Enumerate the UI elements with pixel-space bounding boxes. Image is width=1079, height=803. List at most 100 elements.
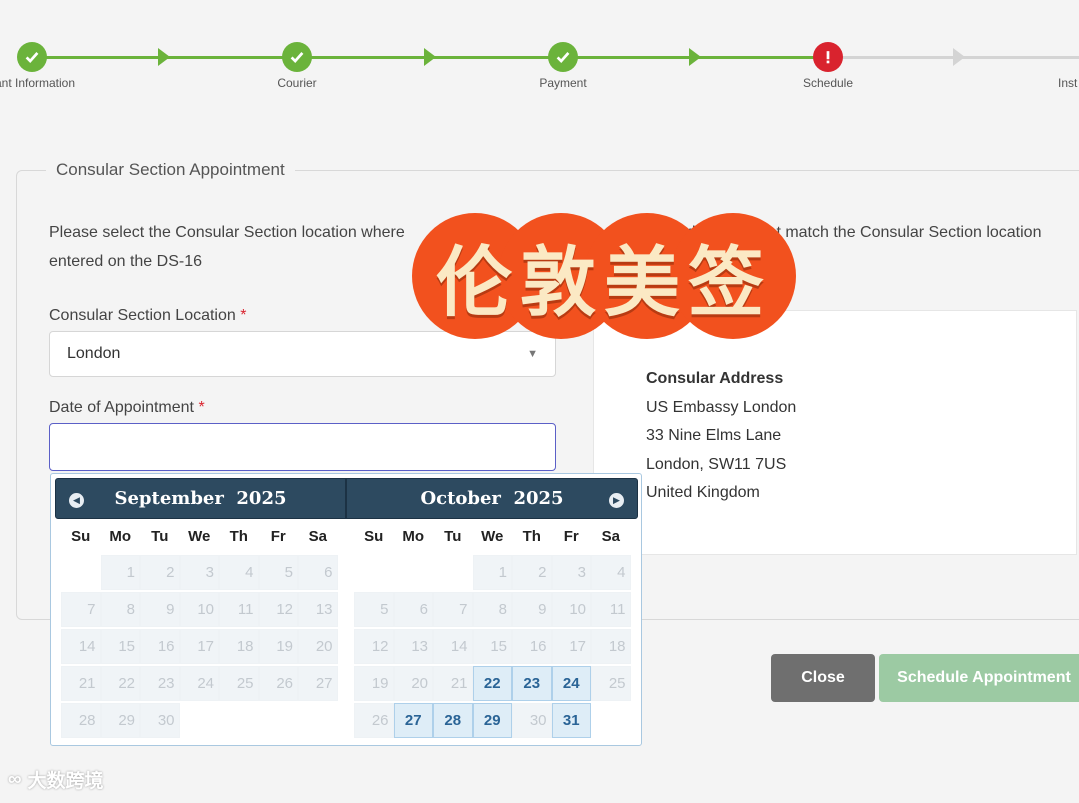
prev-month-icon[interactable]: ◀ <box>69 493 84 508</box>
step-label: Courier <box>277 76 317 90</box>
calendar-week: 123456 <box>61 555 338 592</box>
next-month-icon[interactable]: ▶ <box>609 493 624 508</box>
calendar-day-disabled: 29 <box>100 703 140 738</box>
datepicker: ◀ September 2025 October 2025 ▶ Su Mo Tu We… <box>50 473 642 746</box>
day-of-week-label: Th <box>522 528 541 545</box>
day-of-week-label: Su <box>364 528 384 545</box>
day-of-week-label: We <box>188 528 211 545</box>
calendar-day-disabled: 1 <box>472 555 512 590</box>
step-label: cant Information <box>0 76 76 90</box>
calendar-day-disabled: 11 <box>591 592 631 627</box>
address-line: US Embassy London <box>646 398 797 416</box>
step-label: Payment <box>539 76 587 90</box>
month-title: October 2025 <box>420 488 564 509</box>
calendar-day-disabled: 5 <box>354 592 394 627</box>
calendar-week: 5 6 7 8 9 10 11 <box>354 592 631 629</box>
calendar-day-available[interactable]: 24 <box>551 666 591 701</box>
calendar-day-disabled: 15 <box>100 629 140 664</box>
calendar-day-available[interactable]: 22 <box>472 666 512 701</box>
calendar-day-disabled: 28 <box>61 703 101 738</box>
calendar-blank <box>394 555 434 590</box>
calendar-day-available[interactable]: 28 <box>433 703 473 738</box>
progress-arrow <box>158 48 170 66</box>
calendar-day-disabled: 9 <box>512 592 552 627</box>
day-of-week-label: Mo <box>109 528 132 545</box>
calendar-day-disabled: 1 <box>100 555 140 590</box>
calendar-day-disabled: 3 <box>179 555 219 590</box>
progress-arrow <box>689 48 701 66</box>
address-title: Consular Address <box>646 370 784 387</box>
month-header-october: October 2025 ▶ <box>346 478 638 519</box>
calendar-week: 26 27 28 29 30 31 <box>354 703 631 740</box>
calendar-day-disabled: 13 <box>298 592 338 627</box>
calendar-day-disabled: 20 <box>298 629 338 664</box>
check-icon <box>17 42 47 72</box>
day-of-week-label: Fr <box>563 528 579 545</box>
calendar-week: 14 15 16 17 18 19 20 <box>61 629 338 666</box>
calendar-day-disabled: 18 <box>591 629 631 664</box>
calendar-day-disabled: 12 <box>258 592 298 627</box>
calendar-day-disabled: 4 <box>219 555 259 590</box>
calendar-week: 19 20 21 22 23 24 25 <box>354 666 631 703</box>
calendar-day-disabled: 20 <box>393 666 433 701</box>
calendar-day-disabled: 22 <box>100 666 140 701</box>
calendar-day-disabled: 11 <box>219 592 259 627</box>
calendar-day-disabled: 30 <box>140 703 180 738</box>
watermark-text: 大数跨境 <box>27 771 104 792</box>
calendar-day-disabled: 26 <box>258 666 298 701</box>
calendar-day-disabled: 6 <box>393 592 433 627</box>
calendar-day-disabled: 18 <box>219 629 259 664</box>
calendar-day-disabled: 21 <box>61 666 101 701</box>
location-label: Consular Section Location * <box>49 307 247 324</box>
day-of-week-label: Fr <box>270 528 286 545</box>
calendar-day-disabled: 14 <box>61 629 101 664</box>
calendar-day-disabled: 14 <box>433 629 473 664</box>
calendar-day-disabled: 15 <box>472 629 512 664</box>
address-line: United Kingdom <box>646 484 760 501</box>
month-title: September 2025 <box>114 488 287 509</box>
calendar-september: Su Mo Tu We Th Fr Sa 1 2 3 4 5 6 7 8 9 10 11 12 13 14 15 16 17 1… <box>61 519 338 740</box>
address-panel: Consular Address US Embassy London 33 Ni… <box>593 310 1077 555</box>
calendar-day-disabled: 16 <box>140 629 180 664</box>
calendar-day-available[interactable]: 23 <box>512 666 552 701</box>
calendar-day-disabled: 5 <box>258 555 298 590</box>
step-instructions: Inst <box>1024 42 1079 90</box>
day-of-week-row: Su Mo Tu We Th Fr Sa <box>354 519 631 555</box>
calendar-day-disabled: 21 <box>433 666 473 701</box>
fieldset-legend: Consular Section Appointment <box>46 160 295 180</box>
page: cant Information Courier Payment Schedul… <box>0 0 1079 803</box>
calendar-day-disabled: 12 <box>354 629 394 664</box>
calendar-day-disabled: 23 <box>140 666 180 701</box>
day-of-week-label: Sa <box>601 528 620 545</box>
calendar-day-disabled: 16 <box>512 629 552 664</box>
calendar-day-disabled: 19 <box>354 666 394 701</box>
calendar-day-disabled: 26 <box>354 703 394 738</box>
calendar-day-disabled: 25 <box>591 666 631 701</box>
calendar-day-available[interactable]: 27 <box>393 703 433 738</box>
day-of-week-label: Th <box>229 528 248 545</box>
calendar-day-disabled: 8 <box>100 592 140 627</box>
calendar-day-available[interactable]: 31 <box>551 703 591 738</box>
calendar-day-disabled: 25 <box>219 666 259 701</box>
close-button[interactable]: Close <box>771 654 875 702</box>
date-input[interactable] <box>49 423 556 471</box>
address-line: 33 Nine Elms Lane <box>646 427 782 444</box>
location-value: London <box>67 345 121 362</box>
calendar-day-disabled: 2 <box>512 555 552 590</box>
day-of-week-label: Tu <box>151 528 169 545</box>
calendar-day-disabled: 10 <box>179 592 219 627</box>
step-payment: Payment <box>493 42 633 90</box>
overlay-badge: 伦敦美签 <box>412 213 796 339</box>
check-icon <box>282 42 312 72</box>
calendar-day-disabled: 4 <box>591 555 631 590</box>
error-icon <box>813 42 843 72</box>
chevron-down-icon: ▼ <box>527 348 538 360</box>
day-of-week-label: We <box>481 528 504 545</box>
calendar-day-disabled: 2 <box>140 555 180 590</box>
calendar-day-available[interactable]: 29 <box>472 703 512 738</box>
calendar-day-disabled: 6 <box>298 555 338 590</box>
calendar-week: 1234 <box>354 555 631 592</box>
calendar-day-disabled: 13 <box>393 629 433 664</box>
schedule-appointment-button[interactable]: Schedule Appointment <box>879 654 1079 702</box>
calendar-week: 12 13 14 15 16 17 18 <box>354 629 631 666</box>
